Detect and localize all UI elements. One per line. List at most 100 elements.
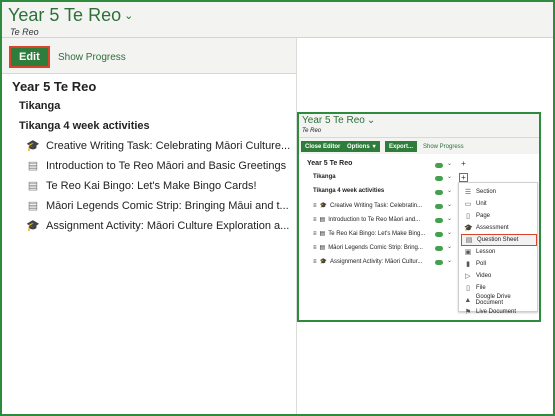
inset-tree-item[interactable]: ≡ ▤ Te Reo Kai Bingo: Let's Make Bing...: [313, 230, 426, 238]
graduation-cap-icon: 🎓: [26, 140, 40, 152]
chevron-down-icon[interactable]: ⌄: [447, 215, 452, 222]
inset-tree-item-label: Introduction to Te Reo Māori and...: [328, 216, 421, 223]
menu-item-question-sheet[interactable]: ▤ Question Sheet: [461, 234, 537, 246]
close-editor-button[interactable]: Close Editor: [301, 141, 345, 152]
visibility-toggle[interactable]: [435, 232, 443, 237]
inset-course-title-text: Year 5 Te Reo: [302, 115, 365, 126]
section-icon: ☰: [464, 189, 472, 196]
menu-item-page[interactable]: ▯ Page: [461, 210, 537, 222]
drag-handle-icon[interactable]: ≡: [313, 245, 317, 251]
inset-tree-item[interactable]: ≡ 🎓 Assignment Activity: Māori Cultur...: [313, 258, 422, 266]
inset-tree-subsection[interactable]: Tikanga 4 week activities: [313, 188, 384, 194]
menu-item-live-document[interactable]: ⚑ Live Document: [461, 306, 537, 318]
tree-item[interactable]: ▤ Te Reo Kai Bingo: Let's Make Bingo Car…: [26, 180, 257, 192]
course-title-dropdown[interactable]: Year 5 Te Reo ⌄: [8, 5, 133, 26]
inset-course-title: Year 5 Te Reo ⌄: [302, 115, 375, 126]
edit-button[interactable]: Edit: [9, 46, 50, 68]
menu-item-label: Assessment: [476, 225, 509, 231]
google-drive-icon: ▲: [464, 296, 472, 304]
graduation-cap-icon: 🎓: [319, 203, 327, 209]
options-button[interactable]: Options ▾: [343, 141, 380, 152]
graduation-cap-icon: 🎓: [319, 259, 327, 265]
menu-item-file[interactable]: ▯ File: [461, 282, 537, 294]
menu-item-label: Page: [476, 213, 491, 219]
tree-section[interactable]: Tikanga: [19, 100, 60, 112]
menu-item-label: Google Drive Document: [475, 294, 511, 306]
visibility-toggle[interactable]: [435, 218, 443, 223]
options-button-label: Options: [347, 143, 370, 150]
chevron-down-icon: ⌄: [366, 115, 376, 126]
drag-handle-icon[interactable]: ≡: [313, 231, 317, 237]
visibility-toggle[interactable]: [435, 204, 443, 209]
menu-item-section[interactable]: ☰ Section: [461, 186, 537, 198]
visibility-toggle[interactable]: [435, 260, 443, 265]
inset-tree-section[interactable]: Tikanga: [313, 174, 336, 180]
menu-item-label: Lesson: [476, 249, 496, 255]
assessment-icon: 🎓: [464, 225, 473, 232]
tree-item-label: Introduction to Te Reo Māori and Basic G…: [46, 160, 287, 172]
tree-item[interactable]: 🎓 Creative Writing Task: Celebrating Māo…: [26, 140, 290, 152]
tree-item[interactable]: ▤ Māori Legends Comic Strip: Bringing Mā…: [26, 200, 289, 212]
menu-item-label: Video: [476, 273, 492, 279]
course-toolbar: Edit Show Progress: [2, 38, 296, 74]
tree-item-label: Māori Legends Comic Strip: Bringing Māui…: [46, 200, 289, 212]
course-header: Year 5 Te Reo ⌄ Te Reo: [2, 2, 553, 38]
chevron-down-icon[interactable]: ⌄: [447, 173, 452, 180]
graduation-cap-icon: 🎓: [26, 220, 40, 232]
inset-course-subtitle: Te Reo: [302, 128, 322, 134]
question-sheet-icon: ▤: [465, 237, 473, 244]
menu-item-poll[interactable]: ▮ Poll: [461, 258, 537, 270]
inset-editor-screenshot: Year 5 Te Reo ⌄ Te Reo Close Editor Opti…: [297, 112, 541, 322]
visibility-toggle[interactable]: [435, 246, 443, 251]
visibility-toggle[interactable]: [435, 190, 443, 195]
tree-item-label: Te Reo Kai Bingo: Let's Make Bingo Cards…: [46, 180, 257, 192]
chevron-down-icon[interactable]: ⌄: [447, 201, 452, 208]
chevron-down-icon[interactable]: ⌄: [447, 229, 452, 236]
file-icon: ▯: [466, 285, 470, 292]
inset-tree-item-label: Creative Writing Task: Celebratin...: [330, 202, 423, 209]
drag-handle-icon[interactable]: ≡: [313, 259, 317, 265]
tree-item[interactable]: 🎓 Assignment Activity: Māori Culture Exp…: [26, 220, 289, 232]
visibility-toggle[interactable]: [435, 163, 443, 168]
page-icon: ▯: [466, 213, 470, 220]
chevron-down-icon[interactable]: ⌄: [447, 243, 452, 250]
tree-subsection[interactable]: Tikanga 4 week activities: [19, 120, 150, 132]
course-title: Year 5 Te Reo: [8, 5, 122, 25]
chevron-down-icon[interactable]: ⌄: [447, 160, 452, 167]
inset-tree-root[interactable]: Year 5 Te Reo: [307, 160, 352, 167]
slides-icon: ▤: [319, 231, 326, 237]
slides-icon: ▤: [319, 217, 326, 223]
visibility-toggle[interactable]: [435, 176, 443, 181]
chevron-down-icon: ⌄: [124, 10, 134, 22]
menu-item-assessment[interactable]: 🎓 Assessment: [461, 222, 537, 234]
menu-item-label: Unit: [476, 201, 487, 207]
lesson-icon: ▣: [464, 249, 472, 256]
slides-icon: ▤: [27, 180, 39, 192]
inset-show-progress-link[interactable]: Show Progress: [423, 144, 464, 150]
menu-item-label: Section: [476, 189, 497, 195]
menu-item-lesson[interactable]: ▣ Lesson: [461, 246, 537, 258]
tree-root[interactable]: Year 5 Te Reo: [12, 79, 96, 94]
menu-item-label: Question Sheet: [477, 237, 519, 243]
drag-handle-icon[interactable]: ≡: [313, 203, 317, 209]
export-button[interactable]: Export...: [385, 141, 418, 152]
inset-tree-item[interactable]: ≡ ▤ Māori Legends Comic Strip: Bring...: [313, 244, 423, 252]
menu-item-video[interactable]: ▷ Video: [461, 270, 537, 282]
menu-item-google-drive-document[interactable]: ▲ Google Drive Document: [461, 294, 537, 306]
slides-icon: ▤: [27, 200, 39, 212]
menu-item-unit[interactable]: ▭ Unit: [461, 198, 537, 210]
chevron-down-icon[interactable]: ⌄: [447, 187, 452, 194]
course-subtitle: Te Reo: [10, 27, 39, 37]
show-progress-link[interactable]: Show Progress: [58, 52, 126, 63]
inset-tree-item-label: Te Reo Kai Bingo: Let's Make Bing...: [328, 230, 426, 237]
drag-handle-icon[interactable]: ≡: [313, 217, 317, 223]
inset-tree-item[interactable]: ≡ 🎓 Creative Writing Task: Celebratin...: [313, 202, 423, 210]
add-icon[interactable]: +: [459, 173, 468, 182]
menu-item-label: Live Document: [476, 309, 517, 315]
add-icon[interactable]: +: [459, 160, 468, 169]
chevron-down-icon[interactable]: ⌄: [447, 257, 452, 264]
inset-tree-item[interactable]: ≡ ▤ Introduction to Te Reo Māori and...: [313, 216, 421, 224]
chevron-down-icon: ▾: [372, 144, 376, 150]
tree-item[interactable]: ▤ Introduction to Te Reo Māori and Basic…: [26, 160, 286, 172]
poll-icon: ▮: [466, 261, 470, 268]
